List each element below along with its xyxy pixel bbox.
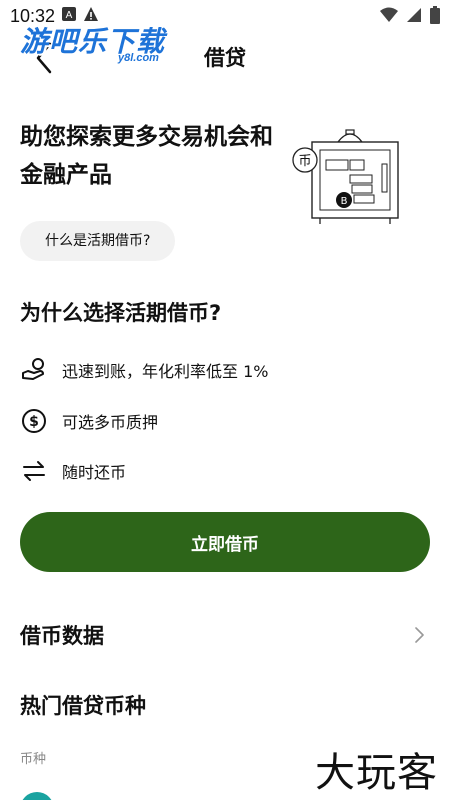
dollar-circle-icon: $ <box>20 407 48 435</box>
column-header-currency: 币种 <box>20 752 47 767</box>
svg-text:B: B <box>341 196 348 207</box>
page-title: 借贷 <box>204 46 246 70</box>
battery-icon <box>430 6 440 29</box>
vault-illustration: B 币 <box>290 120 410 230</box>
swap-arrows-icon <box>20 457 48 485</box>
watermark-logo: 游吧乐下载 y8l.com <box>20 20 190 70</box>
why-section-title: 为什么选择活期借币? <box>20 301 222 325</box>
what-is-flexible-loan-chip[interactable]: 什么是活期借币? <box>20 221 176 261</box>
wifi-icon <box>380 7 398 28</box>
watermark-logo-domain: y8l.com <box>118 52 159 64</box>
feature-label: 可选多币质押 <box>62 413 159 432</box>
hand-coin-icon <box>20 356 48 384</box>
corner-watermark: 大玩客 <box>315 750 438 796</box>
feature-multi-collateral: $ 可选多币质押 <box>20 407 158 435</box>
hero-title: 助您探索更多交易机会和金融产品 <box>20 124 273 188</box>
svg-text:币: 币 <box>298 154 311 169</box>
feature-label: 随时还币 <box>62 463 127 482</box>
borrow-data-link[interactable]: 借币数据 <box>20 620 104 650</box>
hot-currencies-title: 热门借贷币种 <box>20 694 146 718</box>
chevron-right-icon[interactable] <box>414 625 426 645</box>
svg-text:A: A <box>66 10 73 21</box>
feature-fast-funding: 迅速到账，年化利率低至 1% <box>20 356 268 384</box>
feature-label: 迅速到账，年化利率低至 1% <box>62 362 269 381</box>
coin-avatar <box>20 792 54 800</box>
borrow-now-button[interactable]: 立即借币 <box>20 512 430 572</box>
feature-repay-anytime: 随时还币 <box>20 457 126 485</box>
signal-icon <box>406 7 422 28</box>
svg-text:$: $ <box>29 414 39 430</box>
